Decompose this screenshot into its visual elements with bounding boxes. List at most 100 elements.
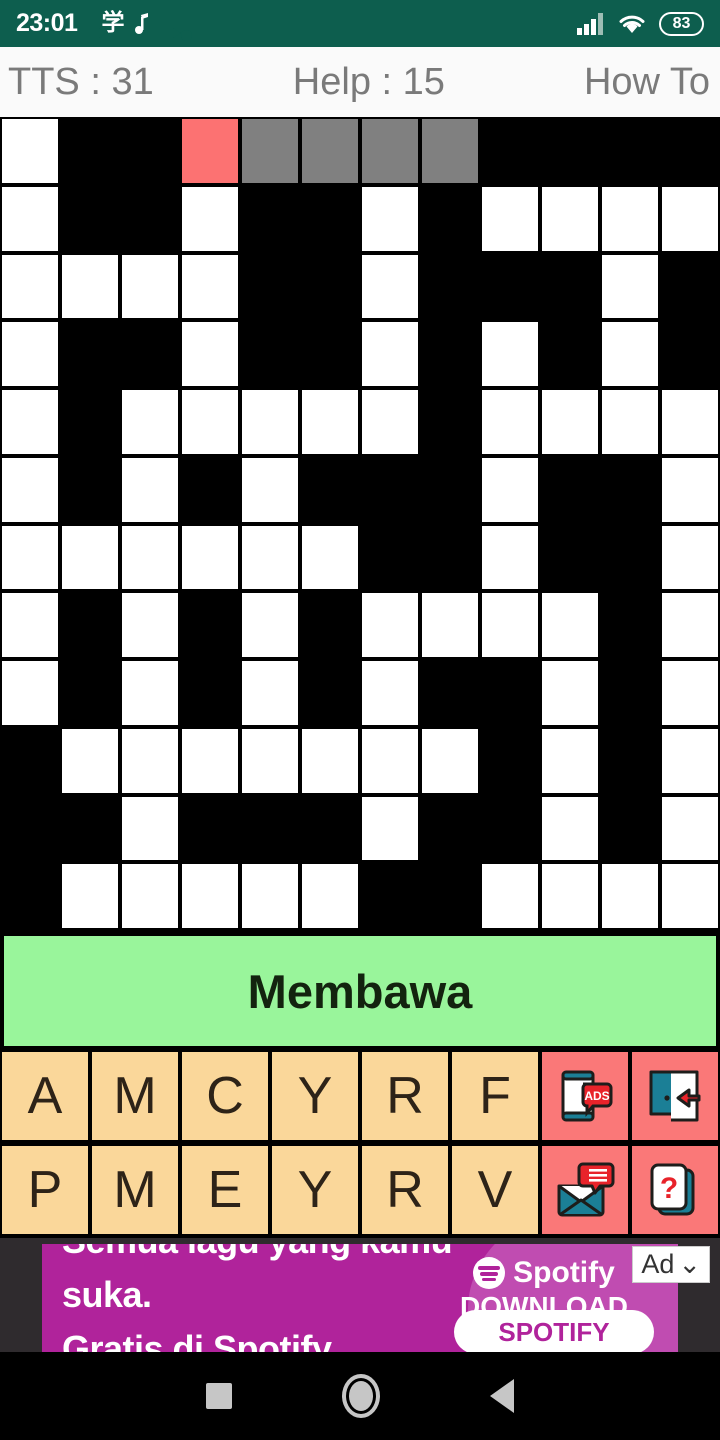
watch-ads-button[interactable]: ADS <box>540 1050 630 1142</box>
letter-tile[interactable]: P <box>0 1144 90 1236</box>
crossword-cell[interactable] <box>240 523 300 592</box>
crossword-cell[interactable] <box>120 591 180 659</box>
crossword-cell[interactable] <box>660 794 720 863</box>
crossword-cell[interactable] <box>480 523 540 592</box>
crossword-cell[interactable] <box>660 388 720 456</box>
letter-tile[interactable]: R <box>360 1144 450 1236</box>
crossword-cell[interactable] <box>300 726 360 795</box>
recents-button[interactable] <box>206 1383 232 1409</box>
crossword-cell[interactable] <box>360 726 420 795</box>
crossword-cell[interactable] <box>120 455 180 524</box>
crossword-cell[interactable] <box>660 862 720 930</box>
crossword-cell[interactable] <box>300 117 360 185</box>
crossword-cell[interactable] <box>180 252 240 321</box>
clue-bar[interactable]: Membawa <box>0 932 720 1050</box>
crossword-cell[interactable] <box>180 184 240 253</box>
crossword-cell[interactable] <box>180 388 240 456</box>
crossword-cell[interactable] <box>420 117 480 185</box>
crossword-cell[interactable] <box>540 794 600 863</box>
message-button[interactable] <box>540 1144 630 1236</box>
crossword-cell[interactable] <box>0 591 60 659</box>
crossword-cell[interactable] <box>0 184 60 253</box>
ad-cta-button[interactable]: SPOTIFY <box>454 1310 654 1352</box>
crossword-cell[interactable] <box>600 388 660 456</box>
tts-counter[interactable]: TTS : 31 <box>8 61 154 104</box>
crossword-cell[interactable] <box>120 862 180 930</box>
ad-banner[interactable]: Semua lagu yang kamu suka. Gratis di Spo… <box>0 1238 720 1352</box>
crossword-cell[interactable] <box>480 455 540 524</box>
crossword-cell[interactable] <box>0 455 60 524</box>
letter-tile[interactable]: C <box>180 1050 270 1142</box>
crossword-cell[interactable] <box>540 388 600 456</box>
crossword-cell[interactable] <box>240 862 300 930</box>
crossword-cell[interactable] <box>360 252 420 321</box>
crossword-cell[interactable] <box>600 184 660 253</box>
hint-button[interactable]: ? <box>630 1144 720 1236</box>
crossword-cell[interactable] <box>180 862 240 930</box>
crossword-cell[interactable] <box>300 523 360 592</box>
crossword-cell[interactable] <box>240 591 300 659</box>
crossword-cell[interactable] <box>180 117 240 185</box>
crossword-cell[interactable] <box>0 252 60 321</box>
crossword-cell[interactable] <box>0 659 60 727</box>
letter-tile[interactable]: R <box>360 1050 450 1142</box>
crossword-cell[interactable] <box>120 252 180 321</box>
crossword-cell[interactable] <box>60 523 120 592</box>
crossword-cell[interactable] <box>420 726 480 795</box>
crossword-cell[interactable] <box>240 388 300 456</box>
how-to-button[interactable]: How To <box>584 61 712 104</box>
crossword-cell[interactable] <box>600 320 660 388</box>
crossword-cell[interactable] <box>360 794 420 863</box>
crossword-cell[interactable] <box>600 252 660 321</box>
crossword-cell[interactable] <box>240 659 300 727</box>
crossword-cell[interactable] <box>660 659 720 727</box>
crossword-cell[interactable] <box>360 184 420 253</box>
crossword-cell[interactable] <box>480 591 540 659</box>
crossword-cell[interactable] <box>60 862 120 930</box>
ad-choices-badge[interactable]: Ad ⌄ <box>632 1246 710 1283</box>
crossword-cell[interactable] <box>540 184 600 253</box>
crossword-cell[interactable] <box>480 184 540 253</box>
crossword-grid[interactable] <box>0 117 720 930</box>
crossword-cell[interactable] <box>180 726 240 795</box>
ad-content[interactable]: Semua lagu yang kamu suka. Gratis di Spo… <box>42 1244 678 1352</box>
crossword-cell[interactable] <box>660 455 720 524</box>
letter-tile[interactable]: A <box>0 1050 90 1142</box>
crossword-cell[interactable] <box>360 388 420 456</box>
crossword-cell[interactable] <box>660 726 720 795</box>
crossword-cell[interactable] <box>660 591 720 659</box>
crossword-cell[interactable] <box>60 252 120 321</box>
crossword-cell[interactable] <box>240 455 300 524</box>
crossword-cell[interactable] <box>120 794 180 863</box>
letter-tile[interactable]: Y <box>270 1144 360 1236</box>
letter-tile[interactable]: M <box>90 1050 180 1142</box>
crossword-cell[interactable] <box>300 862 360 930</box>
crossword-cell[interactable] <box>600 862 660 930</box>
crossword-cell[interactable] <box>0 320 60 388</box>
crossword-cell[interactable] <box>360 117 420 185</box>
crossword-cell[interactable] <box>540 591 600 659</box>
crossword-cell[interactable] <box>480 388 540 456</box>
crossword-cell[interactable] <box>120 388 180 456</box>
letter-tile[interactable]: E <box>180 1144 270 1236</box>
crossword-cell[interactable] <box>540 862 600 930</box>
crossword-cell[interactable] <box>120 726 180 795</box>
home-button[interactable] <box>342 1374 380 1418</box>
crossword-cell[interactable] <box>60 726 120 795</box>
letter-tile[interactable]: F <box>450 1050 540 1142</box>
crossword-cell[interactable] <box>0 388 60 456</box>
crossword-cell[interactable] <box>300 388 360 456</box>
crossword-cell[interactable] <box>360 659 420 727</box>
crossword-cell[interactable] <box>240 726 300 795</box>
crossword-cell[interactable] <box>660 184 720 253</box>
crossword-cell[interactable] <box>360 320 420 388</box>
crossword-cell[interactable] <box>0 117 60 185</box>
crossword-cell[interactable] <box>240 117 300 185</box>
letter-tile[interactable]: M <box>90 1144 180 1236</box>
crossword-cell[interactable] <box>540 659 600 727</box>
crossword-cell[interactable] <box>0 523 60 592</box>
crossword-cell[interactable] <box>180 523 240 592</box>
crossword-cell[interactable] <box>480 862 540 930</box>
crossword-cell[interactable] <box>120 659 180 727</box>
crossword-cell[interactable] <box>660 523 720 592</box>
